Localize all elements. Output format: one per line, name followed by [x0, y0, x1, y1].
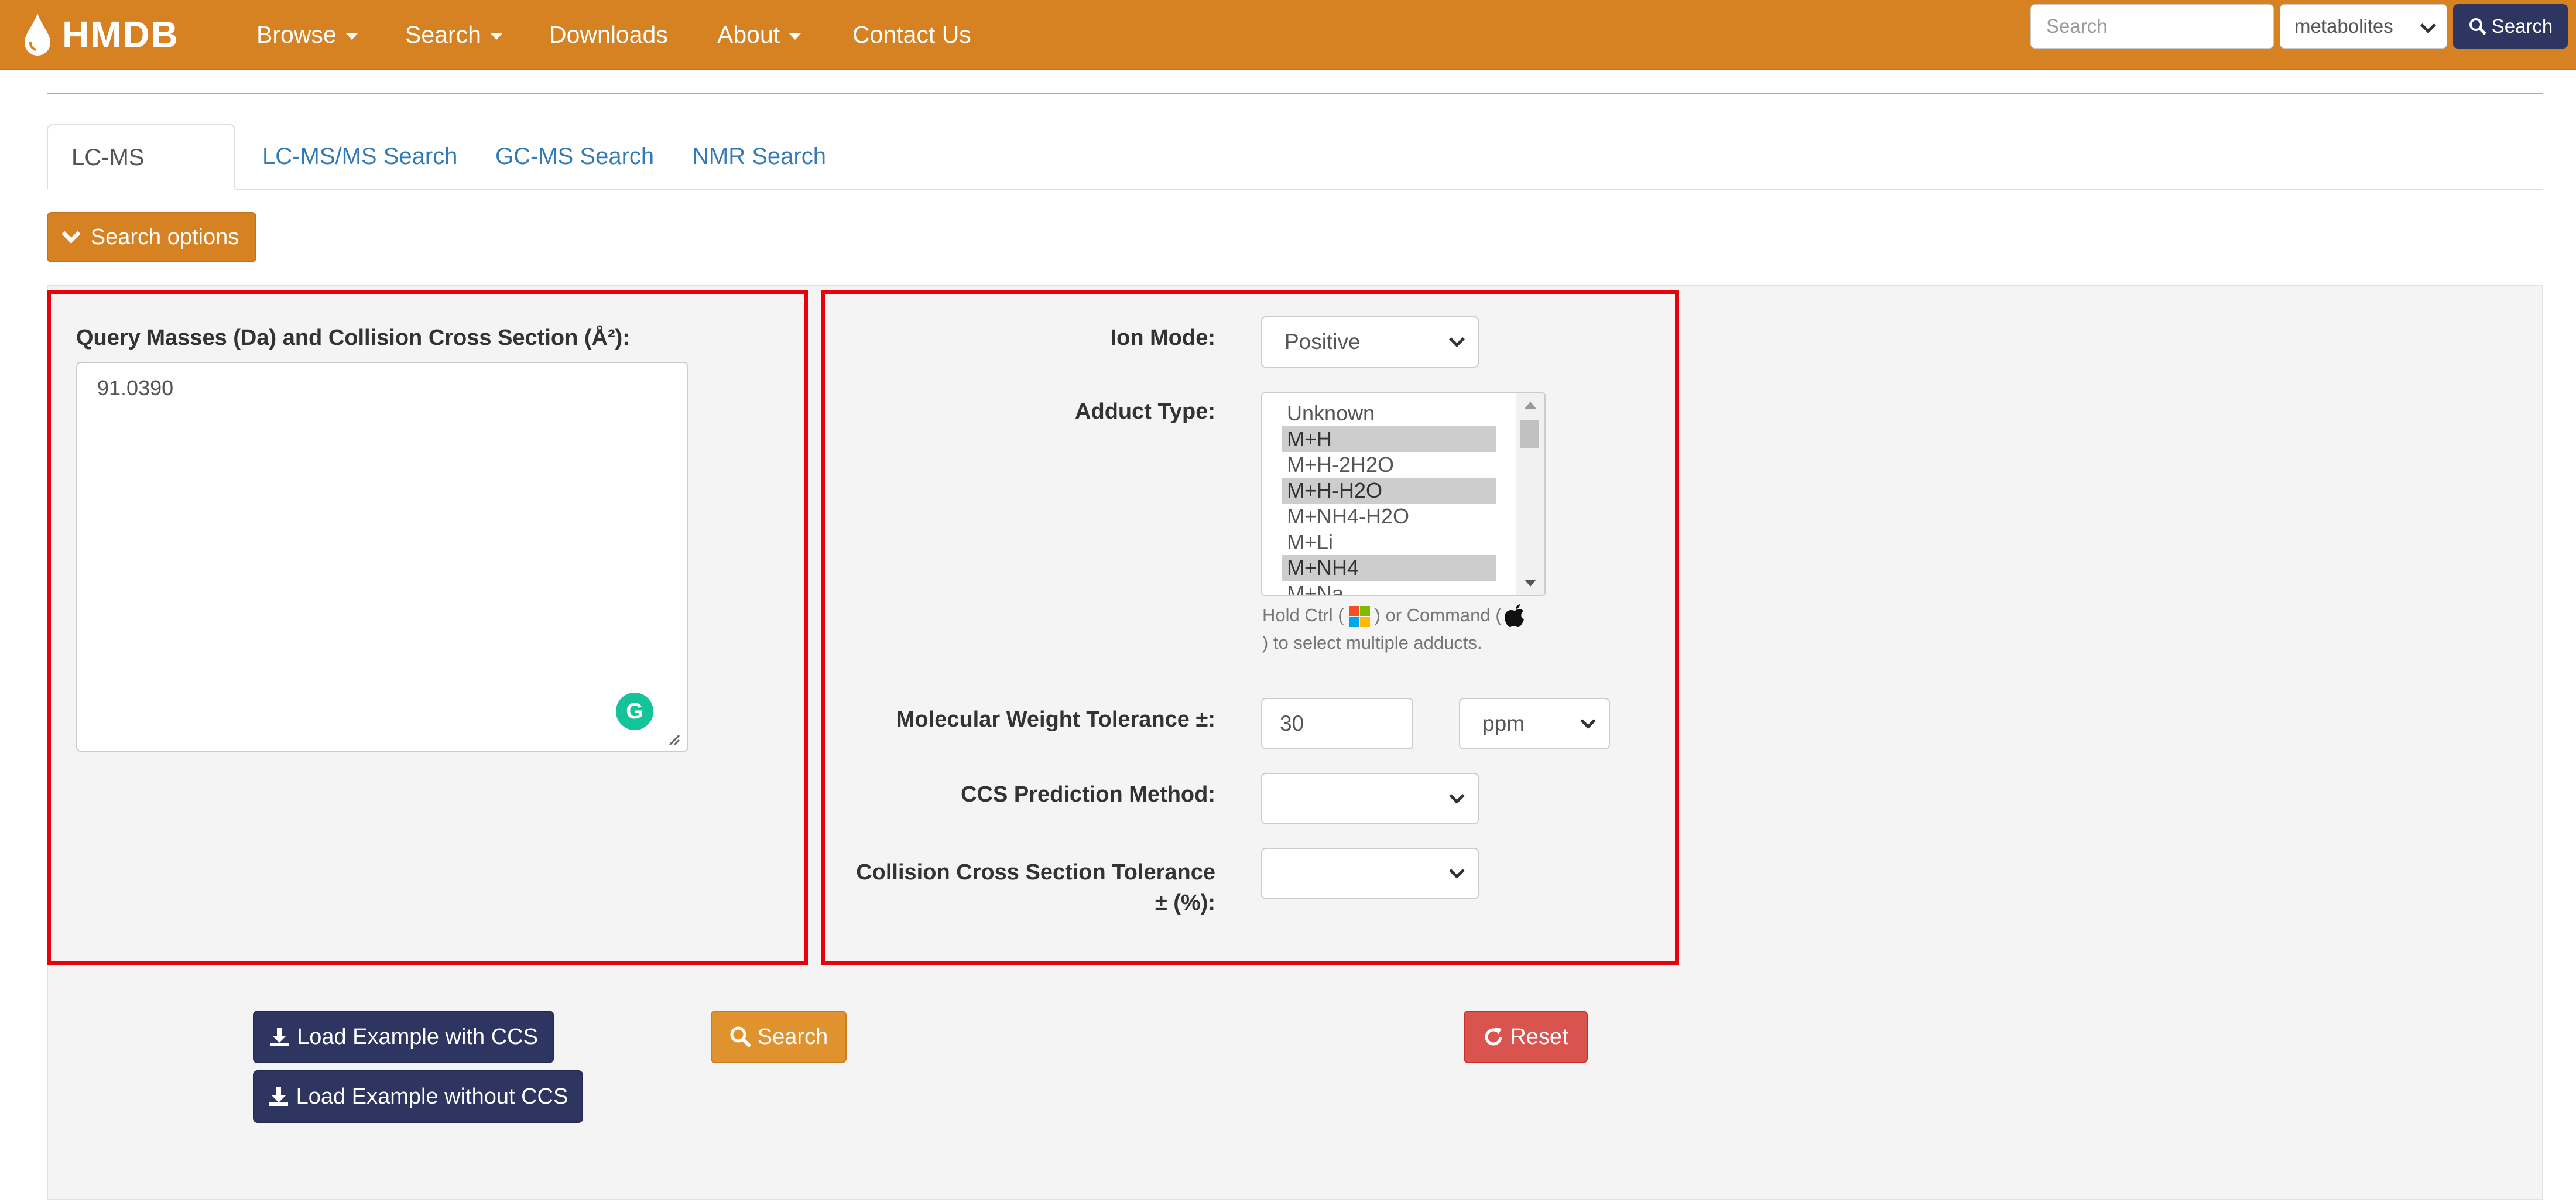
droplet-icon — [25, 13, 50, 56]
mw-tolerance-input[interactable]: 30 — [1261, 698, 1413, 749]
chevron-down-icon — [1449, 788, 1465, 804]
adduct-option[interactable]: M+Li — [1282, 529, 1496, 555]
resize-handle-icon[interactable] — [667, 733, 680, 746]
tab-lc-ms-ms-search[interactable]: LC-MS/MS Search — [239, 124, 481, 189]
adduct-help-text: Hold Ctrl () or Command () to select mul… — [1262, 602, 1543, 656]
ion-mode-select[interactable]: Positive — [1261, 316, 1479, 368]
caret-down-icon — [490, 33, 502, 40]
ccs-prediction-method-label: CCS Prediction Method: — [961, 782, 1215, 807]
adduct-option[interactable]: M+NH4-H2O — [1282, 504, 1496, 529]
navbar-search-input[interactable]: Search — [2030, 4, 2274, 49]
search-icon — [2469, 18, 2486, 35]
chevron-down-icon — [1449, 863, 1465, 879]
nav-contact-us[interactable]: Contact Us — [852, 0, 971, 69]
query-masses-label: Query Masses (Da) and Collision Cross Se… — [76, 326, 630, 350]
grammarly-icon[interactable]: G — [616, 693, 653, 730]
tab-lc-ms-search[interactable]: LC-MS Search — [47, 124, 235, 235]
query-masses-textarea[interactable]: 91.0390 — [76, 362, 688, 752]
brand-logo-link[interactable]: HMDB — [21, 8, 179, 61]
adduct-option[interactable]: M+H — [1282, 426, 1496, 452]
nav-browse[interactable]: Browse — [256, 0, 358, 69]
scrollbar-thumb[interactable] — [1520, 420, 1539, 448]
navbar-search-button[interactable]: Search — [2453, 4, 2568, 49]
search-icon — [730, 1026, 751, 1048]
refresh-icon — [1485, 1028, 1502, 1046]
tab-nmr-search[interactable]: NMR Search — [669, 124, 849, 189]
navbar-search-scope-select[interactable]: metabolites — [2280, 4, 2447, 49]
caret-down-icon — [789, 33, 801, 40]
reset-button[interactable]: Reset — [1464, 1011, 1588, 1063]
caret-down-icon — [345, 33, 358, 40]
load-example-without-ccs-button[interactable]: Load Example without CCS — [253, 1070, 583, 1123]
search-submit-button[interactable]: Search — [711, 1011, 847, 1063]
mw-tolerance-label: Molecular Weight Tolerance ±: — [896, 707, 1215, 732]
download-icon — [269, 1087, 288, 1106]
nav-about[interactable]: About — [717, 0, 801, 69]
chevron-down-icon — [1580, 713, 1596, 729]
ion-mode-label: Ion Mode: — [1110, 326, 1215, 350]
adduct-option[interactable]: M+H-H2O — [1282, 478, 1496, 504]
adduct-type-label: Adduct Type: — [1075, 399, 1215, 424]
listbox-scrollbar[interactable] — [1516, 393, 1544, 595]
adduct-option[interactable]: M+H-2H2O — [1282, 452, 1496, 478]
adduct-type-listbox[interactable]: Unknown M+H M+H-2H2O M+H-H2O M+NH4-H2O M… — [1261, 392, 1546, 596]
search-options-button[interactable]: Search options — [47, 212, 256, 262]
apple-logo-icon — [1504, 604, 1524, 627]
nav-search[interactable]: Search — [405, 0, 502, 69]
tabs-baseline — [47, 189, 2543, 190]
windows-logo-icon — [1348, 605, 1370, 627]
chevron-down-icon — [1449, 331, 1465, 347]
chevron-down-icon — [2420, 18, 2436, 33]
ccs-tolerance-label: Collision Cross Section Tolerance ± (%): — [856, 860, 1215, 915]
ccs-prediction-method-select[interactable] — [1261, 773, 1479, 824]
download-icon — [270, 1028, 289, 1046]
adduct-option[interactable]: M+NH4 — [1282, 555, 1496, 581]
load-example-with-ccs-button[interactable]: Load Example with CCS — [253, 1011, 554, 1063]
chevron-down-icon — [61, 224, 81, 244]
top-navbar: HMDB Browse Search Downloads About Conta… — [0, 0, 2576, 70]
divider — [47, 93, 2543, 94]
brand-name: HMDB — [62, 13, 179, 56]
adduct-option[interactable]: M+Na — [1282, 581, 1496, 595]
tab-gc-ms-search[interactable]: GC-MS Search — [472, 124, 677, 189]
mw-tolerance-unit-select[interactable]: ppm — [1459, 698, 1610, 749]
ccs-tolerance-select[interactable] — [1261, 848, 1479, 899]
scroll-down-arrow-icon[interactable] — [1525, 580, 1536, 587]
nav-downloads[interactable]: Downloads — [549, 0, 668, 69]
scroll-up-arrow-icon[interactable] — [1525, 402, 1536, 409]
adduct-option[interactable]: Unknown — [1282, 400, 1496, 426]
